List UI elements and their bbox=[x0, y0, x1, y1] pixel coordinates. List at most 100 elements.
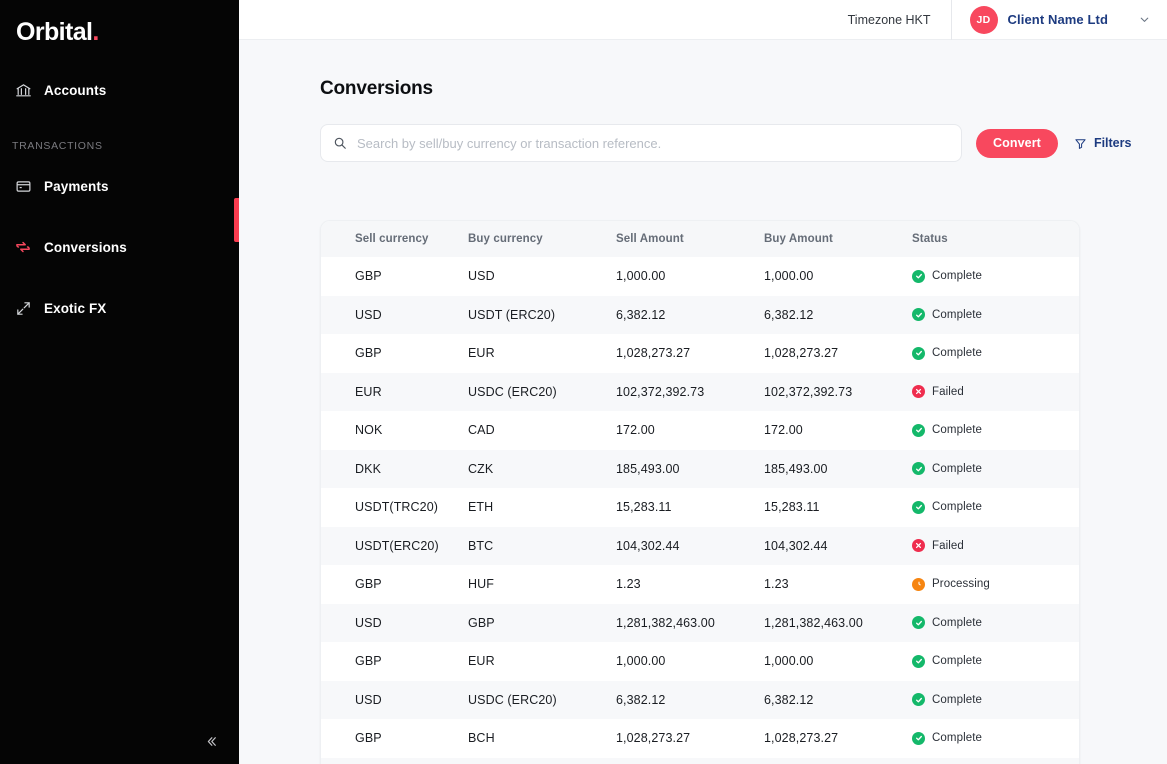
conversions-table: Sell currency Buy currency Sell Amount B… bbox=[321, 221, 1079, 764]
conversions-icon bbox=[14, 238, 32, 256]
cell-sell-amount: 102,372,392.73 bbox=[616, 758, 764, 764]
table-row[interactable]: DKK CZK 185,493.00 185,493.00 Complete bbox=[321, 449, 1079, 489]
cell-sell-amount: 1.23 bbox=[616, 577, 641, 592]
table-row[interactable]: GBP BCH 1,028,273.27 1,028,273.27 Complete bbox=[321, 719, 1079, 758]
status-label: Complete bbox=[932, 347, 983, 360]
page-title: Conversions bbox=[320, 78, 433, 99]
cell-buy-currency: CAD bbox=[468, 423, 495, 438]
cell-sell-currency: GBP bbox=[355, 577, 382, 592]
table-row[interactable]: GBP HUF 1.23 1.23 Processing bbox=[321, 565, 1079, 604]
column-header-sell-currency[interactable]: Sell currency bbox=[321, 221, 468, 257]
status-complete-icon bbox=[912, 693, 925, 707]
table-row[interactable]: LTCEUR102,372,392.73102,372,392.73Failed bbox=[321, 757, 1079, 764]
cell-status: Complete bbox=[912, 334, 1079, 373]
column-header-status[interactable]: Status bbox=[912, 221, 1079, 257]
status-label: Complete bbox=[932, 693, 983, 706]
timezone-label: Timezone HKT bbox=[847, 12, 931, 27]
status-label: Complete bbox=[932, 270, 983, 283]
cell-sell-amount: 172.00 bbox=[616, 423, 655, 438]
status-processing-icon bbox=[912, 577, 925, 591]
search-input[interactable] bbox=[357, 135, 949, 151]
table-header-row: Sell currency Buy currency Sell Amount B… bbox=[321, 221, 1079, 257]
column-header-sell-amount[interactable]: Sell Amount bbox=[616, 221, 764, 257]
status-complete-icon bbox=[912, 616, 925, 630]
sidebar-item-label-exotic-fx: Exotic FX bbox=[44, 300, 107, 316]
status-badge: Complete bbox=[912, 346, 1079, 360]
sidebar-item-accounts[interactable]: Accounts bbox=[0, 70, 239, 110]
cell-sell-amount: 102,372,392.73 bbox=[616, 384, 705, 399]
table-row[interactable]: USDT(ERC20) BTC 104,302.44 104,302.44 Failed bbox=[321, 526, 1079, 565]
cell-buy-currency: EUR bbox=[468, 758, 616, 764]
cell-sell-currency: USD bbox=[355, 615, 382, 630]
cell-buy-currency: EUR bbox=[468, 346, 495, 361]
status-badge: Complete bbox=[912, 693, 1079, 707]
cell-sell-currency: GBP bbox=[355, 654, 382, 669]
cell-sell-currency: USD bbox=[355, 307, 382, 322]
cell-status: Complete bbox=[912, 719, 1079, 758]
logo-dot: . bbox=[92, 17, 100, 46]
table-row[interactable]: USD GBP 1,281,382,463.00 1,281,382,463.00 Co… bbox=[321, 603, 1079, 643]
cell-buy-currency: USD bbox=[468, 269, 495, 284]
cell-sell-amount: 1,028,273.27 bbox=[616, 731, 691, 746]
exotic-fx-icon bbox=[14, 299, 32, 317]
status-complete-icon bbox=[912, 269, 925, 283]
cell-sell-currency: EUR bbox=[355, 384, 382, 399]
table-row[interactable]: GBP EUR 1,000.00 1,000.00 Complete bbox=[321, 642, 1079, 681]
table-row[interactable]: USD USDT (ERC20) 6,382.12 6,382.12 Complete bbox=[321, 295, 1079, 334]
cell-sell-amount: 6,382.12 bbox=[616, 692, 666, 707]
cell-buy-currency: BCH bbox=[468, 731, 495, 746]
column-header-buy-currency[interactable]: Buy currency bbox=[468, 221, 616, 257]
cell-sell-currency: GBP bbox=[355, 731, 382, 746]
filters-button[interactable]: Filters bbox=[1074, 136, 1132, 150]
status-label: Complete bbox=[932, 616, 983, 629]
table-row[interactable]: USD USDC (ERC20) 6,382.12 6,382.12 Complete bbox=[321, 680, 1079, 719]
cell-buy-currency: ETH bbox=[468, 500, 494, 515]
status-label: Complete bbox=[932, 308, 983, 321]
cell-status: Complete bbox=[912, 604, 1079, 643]
table-row[interactable]: NOK CAD 172.00 172.00 Complete bbox=[321, 411, 1079, 450]
cell-sell-amount: 1,000.00 bbox=[616, 654, 666, 669]
client-name-label: Client Name Ltd bbox=[1007, 12, 1108, 27]
cell-sell-currency: USD bbox=[355, 692, 382, 707]
table-row[interactable]: USDT(TRC20) ETH 15,283.11 15,283.11 Complete bbox=[321, 488, 1079, 527]
brand-logo[interactable]: Orbital. bbox=[0, 0, 239, 52]
cell-sell-currency: USDT(ERC20) bbox=[355, 538, 439, 553]
sidebar-item-exotic-fx[interactable]: Exotic FX bbox=[0, 288, 239, 328]
status-badge: Complete bbox=[912, 654, 1079, 668]
table-row[interactable]: EUR USDC (ERC20) 102,372,392.73 102,372,392… bbox=[321, 372, 1079, 411]
status-complete-icon bbox=[912, 346, 925, 360]
double-chevron-left-icon bbox=[207, 736, 216, 746]
app-root: Orbital. Accounts TRANSACTIONS Payments … bbox=[0, 0, 1167, 764]
cell-status: Complete bbox=[912, 488, 1079, 527]
status-label: Complete bbox=[932, 462, 983, 475]
sidebar-collapse-button[interactable] bbox=[196, 726, 226, 756]
search-icon bbox=[334, 137, 346, 149]
sidebar-item-payments[interactable]: Payments bbox=[0, 166, 239, 206]
sidebar-item-conversions[interactable]: Conversions bbox=[0, 227, 239, 267]
status-badge: Complete bbox=[912, 269, 1079, 283]
status-badge: Complete bbox=[912, 423, 1079, 437]
search-box[interactable] bbox=[320, 124, 962, 162]
table-body: GBP USD 1,000.00 1,000.00 Complete USD USDT (E… bbox=[321, 257, 1079, 764]
cell-buy-amount: 1,028,273.27 bbox=[764, 346, 839, 361]
column-header-buy-amount[interactable]: Buy Amount bbox=[764, 221, 912, 257]
user-menu[interactable]: JD Client Name Ltd bbox=[950, 0, 1167, 40]
sidebar-section-transactions: TRANSACTIONS bbox=[12, 140, 103, 152]
table-row[interactable]: GBP USD 1,000.00 1,000.00 Complete bbox=[321, 257, 1079, 296]
convert-button[interactable]: Convert bbox=[976, 128, 1058, 158]
page-content: Conversions Convert Filters bbox=[239, 40, 1167, 764]
status-badge: Complete bbox=[912, 616, 1079, 630]
cell-status: Complete bbox=[912, 450, 1079, 489]
cell-status: Complete bbox=[912, 411, 1079, 450]
cell-status: Failed bbox=[912, 758, 1079, 764]
table-row[interactable]: GBP EUR 1,028,273.27 1,028,273.27 Complete bbox=[321, 334, 1079, 373]
sidebar-item-label-conversions: Conversions bbox=[44, 239, 127, 255]
status-badge: Failed bbox=[912, 539, 1079, 553]
status-failed-icon bbox=[912, 539, 925, 553]
cell-buy-amount: 1,000.00 bbox=[764, 654, 814, 669]
filters-label: Filters bbox=[1093, 136, 1132, 150]
toolbar: Convert Filters bbox=[320, 124, 1167, 162]
status-label: Complete bbox=[932, 655, 983, 668]
cell-buy-currency: EUR bbox=[468, 654, 495, 669]
status-label: Complete bbox=[932, 501, 983, 514]
